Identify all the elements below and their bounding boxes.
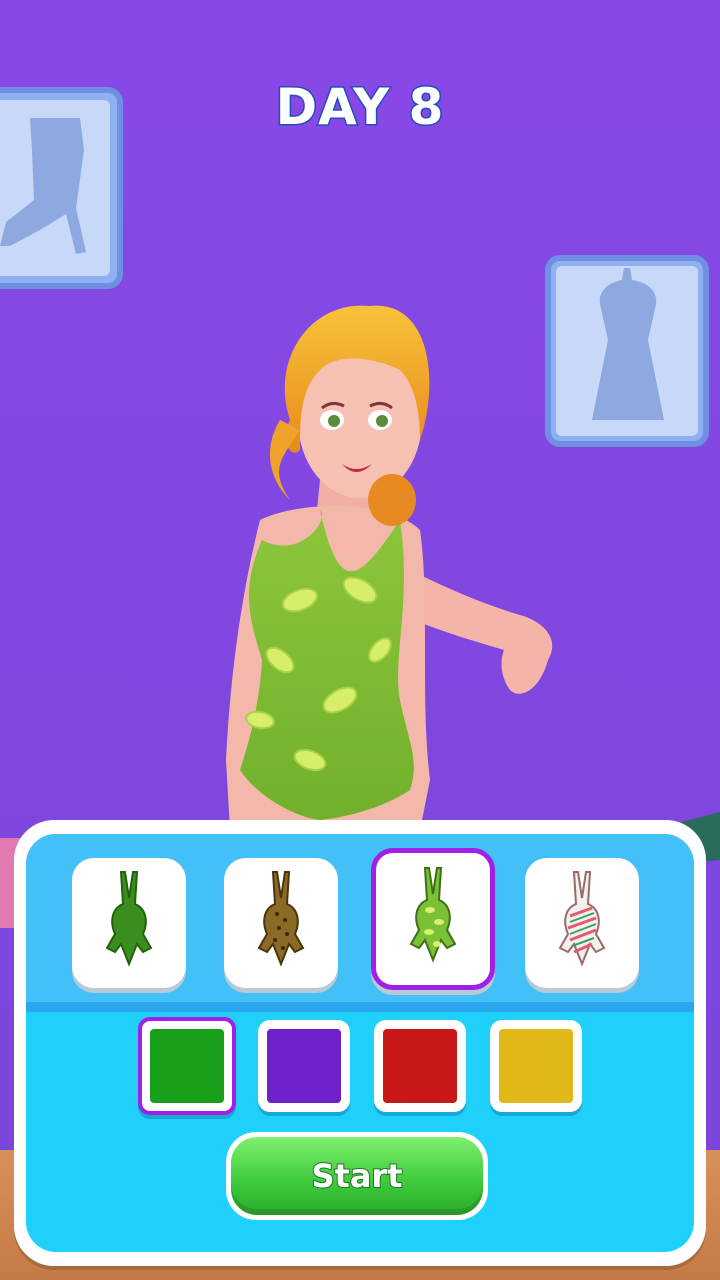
- day-title: DAY 8: [274, 77, 445, 138]
- start-button[interactable]: Start: [226, 1132, 488, 1220]
- color-swatch-yellow[interactable]: [490, 1020, 582, 1112]
- start-button-face: Start: [231, 1137, 483, 1215]
- panel-divider: [26, 1002, 694, 1012]
- swatch-fill: [499, 1029, 573, 1103]
- swatch-fill: [383, 1029, 457, 1103]
- start-button-label: Start: [310, 1156, 403, 1196]
- swimsuit-icon: [409, 867, 457, 963]
- swimsuit-icon: [105, 871, 153, 967]
- outfit-card-leopard[interactable]: [224, 858, 338, 988]
- outfit-card-candy-stripe[interactable]: [525, 858, 639, 988]
- swimsuit-icon: [558, 871, 606, 967]
- wall-frame-mannequin: [545, 255, 709, 447]
- outfit-card-lime-print[interactable]: [371, 848, 495, 990]
- color-swatch-green[interactable]: [138, 1017, 236, 1115]
- swatch-fill: [267, 1029, 341, 1103]
- swimsuit-icon: [257, 871, 305, 967]
- color-swatch-purple[interactable]: [258, 1020, 350, 1112]
- outfit-card-green-solid[interactable]: [72, 858, 186, 988]
- color-swatch-red[interactable]: [374, 1020, 466, 1112]
- swatch-fill: [150, 1029, 224, 1103]
